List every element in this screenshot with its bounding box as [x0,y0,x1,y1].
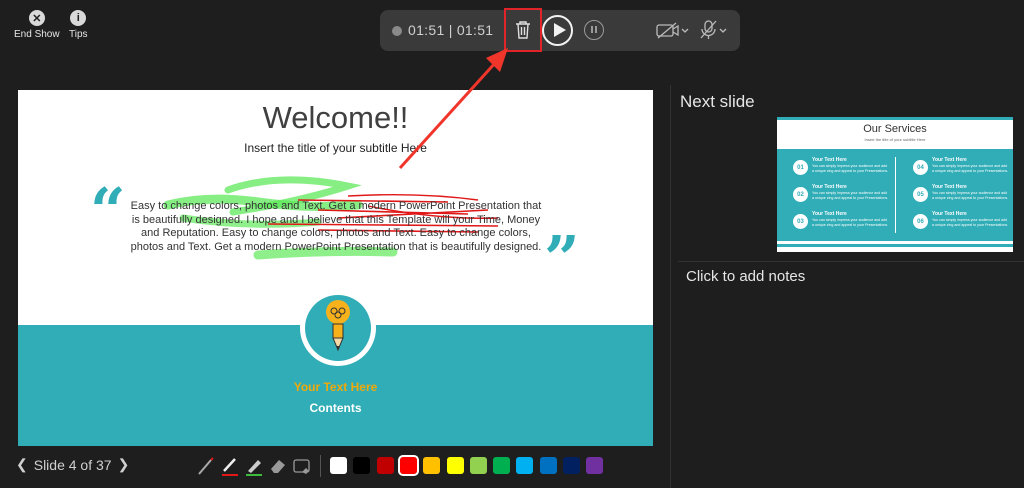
service-number: 04 [913,160,928,175]
color-swatch[interactable] [423,457,441,474]
timer: 01:51 | 01:51 [408,22,494,38]
highlighter-icon[interactable] [244,455,264,477]
color-swatch[interactable] [493,457,511,474]
service-number: 03 [793,214,808,229]
pane-divider [670,85,671,488]
notes-divider [678,261,1024,262]
thumb-title: Our Services [863,123,927,135]
pause-icon[interactable] [584,20,604,40]
service-heading: Your Text Here [932,157,967,163]
end-show-button[interactable]: ✕ End Show [14,10,60,40]
service-item: 05 Your Text Here You can simply impress y… [913,184,1013,210]
info-circle-icon: i [70,10,87,26]
contents-label: Contents [309,401,362,415]
clear-recording-button[interactable] [504,8,542,52]
service-item: 04 Your Text Here You can simply impress y… [913,157,1013,183]
color-swatch[interactable] [446,457,464,474]
camera-off-icon [656,22,689,39]
microphone-toggle-button[interactable] [700,19,730,46]
service-number: 05 [913,187,928,202]
toolbar-separator [320,455,321,477]
current-slide[interactable]: Welcome!! Insert the title of your subti… [18,90,653,446]
service-description: You can simply impress your audience and… [932,164,1009,173]
tips-button[interactable]: i Tips [69,10,88,40]
record-indicator-icon [392,26,402,36]
service-number: 02 [793,187,808,202]
service-item: 03 Your Text Here You can simply impress y… [793,211,893,237]
service-description: You can simply impress your audience and… [932,218,1009,227]
next-slide-icon[interactable]: ❯ [118,456,130,473]
play-icon[interactable] [542,15,573,46]
microphone-off-icon [700,20,727,39]
end-show-label: End Show [14,29,60,40]
next-slide-label: Next slide [680,92,755,111]
service-heading: Your Text Here [812,157,847,163]
service-description: You can simply impress your audience and… [812,164,889,173]
eraser-icon[interactable] [268,455,288,477]
pen-icon[interactable] [220,455,240,477]
service-item: 06 Your Text Here You can simply impress y… [913,211,1013,237]
service-heading: Your Text Here [932,211,967,217]
color-swatch[interactable] [469,457,487,474]
lightbulb-icon [326,300,350,352]
color-swatch[interactable] [353,457,371,474]
color-swatch[interactable] [397,455,419,476]
color-swatch[interactable] [563,457,580,474]
slide-counter: Slide 4 of 37 [33,456,112,473]
notes-placeholder[interactable]: Click to add notes [686,268,805,285]
service-item: 01 Your Text Here You can simply impress y… [793,157,893,183]
service-heading: Your Text Here [812,211,847,217]
slide-body-text: Easy to change colors, photos and Text. … [130,200,542,253]
previous-slide-icon[interactable]: ❮ [16,456,28,473]
service-description: You can simply impress your audience and… [932,191,1009,200]
color-swatch[interactable] [539,457,557,474]
thumb-bottom-bar [777,244,1013,247]
service-number: 06 [913,214,928,229]
laser-pointer-icon[interactable] [196,455,216,477]
service-item: 02 Your Text Here You can simply impress y… [793,184,893,210]
close-circle-icon: ✕ [28,10,45,26]
next-slide-thumbnail[interactable]: Our Services Insert the title of your su… [777,117,1013,252]
tips-label: Tips [69,29,88,40]
service-description: You can simply impress your audience and… [812,218,889,227]
color-swatch[interactable] [330,457,347,474]
thumb-top-bar [777,117,1013,120]
service-number: 01 [793,160,808,175]
color-swatch[interactable] [376,457,394,474]
service-heading: Your Text Here [932,184,967,190]
thumb-subtitle: Insert the title of your subtitle Here [864,137,926,142]
your-text-heading: Your Text Here [293,380,378,394]
trash-icon [516,21,530,39]
service-description: You can simply impress your audience and… [812,191,889,200]
color-swatch[interactable] [516,457,534,474]
erase-all-icon[interactable] [292,455,312,477]
camera-toggle-button[interactable] [656,22,690,45]
slide-navigator: ❮ Slide 4 of 37 ❯ [16,456,129,473]
color-swatch[interactable] [586,457,604,474]
service-heading: Your Text Here [812,184,847,190]
thumb-divider [895,157,896,233]
